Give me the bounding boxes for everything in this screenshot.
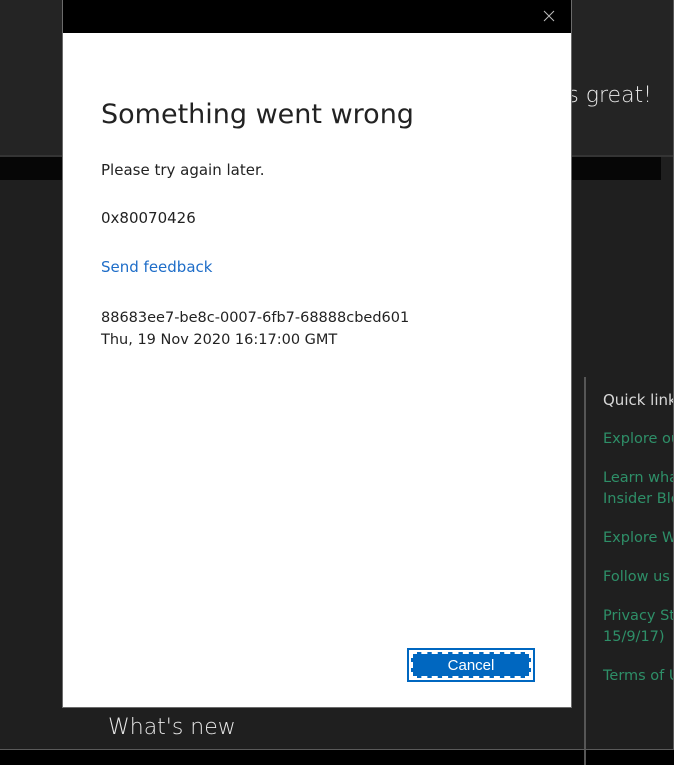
bg-heading-fragment: s great! [567, 83, 652, 108]
quick-link[interactable]: Learn what'Insider Blog [603, 468, 674, 510]
close-button[interactable] [526, 0, 571, 33]
quick-link[interactable]: Explore Wir [603, 528, 674, 549]
quick-link[interactable]: Privacy Stat15/9/17) [603, 606, 674, 648]
quick-link[interactable]: Explore our [603, 429, 674, 450]
cancel-button[interactable]: Cancel [409, 650, 533, 680]
quick-link[interactable]: Terms of Us [603, 666, 674, 687]
error-timestamp: Thu, 19 Nov 2020 16:17:00 GMT [101, 332, 533, 348]
whats-new-heading: What's new [108, 715, 236, 740]
close-icon [543, 7, 555, 26]
quick-links-heading: Quick links [603, 391, 674, 409]
dialog-body: Something went wrong Please try again la… [63, 33, 571, 386]
error-title: Something went wrong [101, 99, 533, 130]
quick-links-panel: Quick links Explore our Learn what'Insid… [584, 377, 674, 765]
quick-link[interactable]: Follow us o [603, 567, 674, 588]
error-dialog: Something went wrong Please try again la… [63, 0, 571, 707]
dialog-titlebar [63, 0, 571, 33]
error-code: 0x80070426 [101, 209, 533, 227]
error-guid: 88683ee7-be8c-0007-6fb7-68888cbed601 [101, 310, 533, 326]
send-feedback-link[interactable]: Send feedback [101, 258, 212, 276]
error-message: Please try again later. [101, 161, 533, 179]
